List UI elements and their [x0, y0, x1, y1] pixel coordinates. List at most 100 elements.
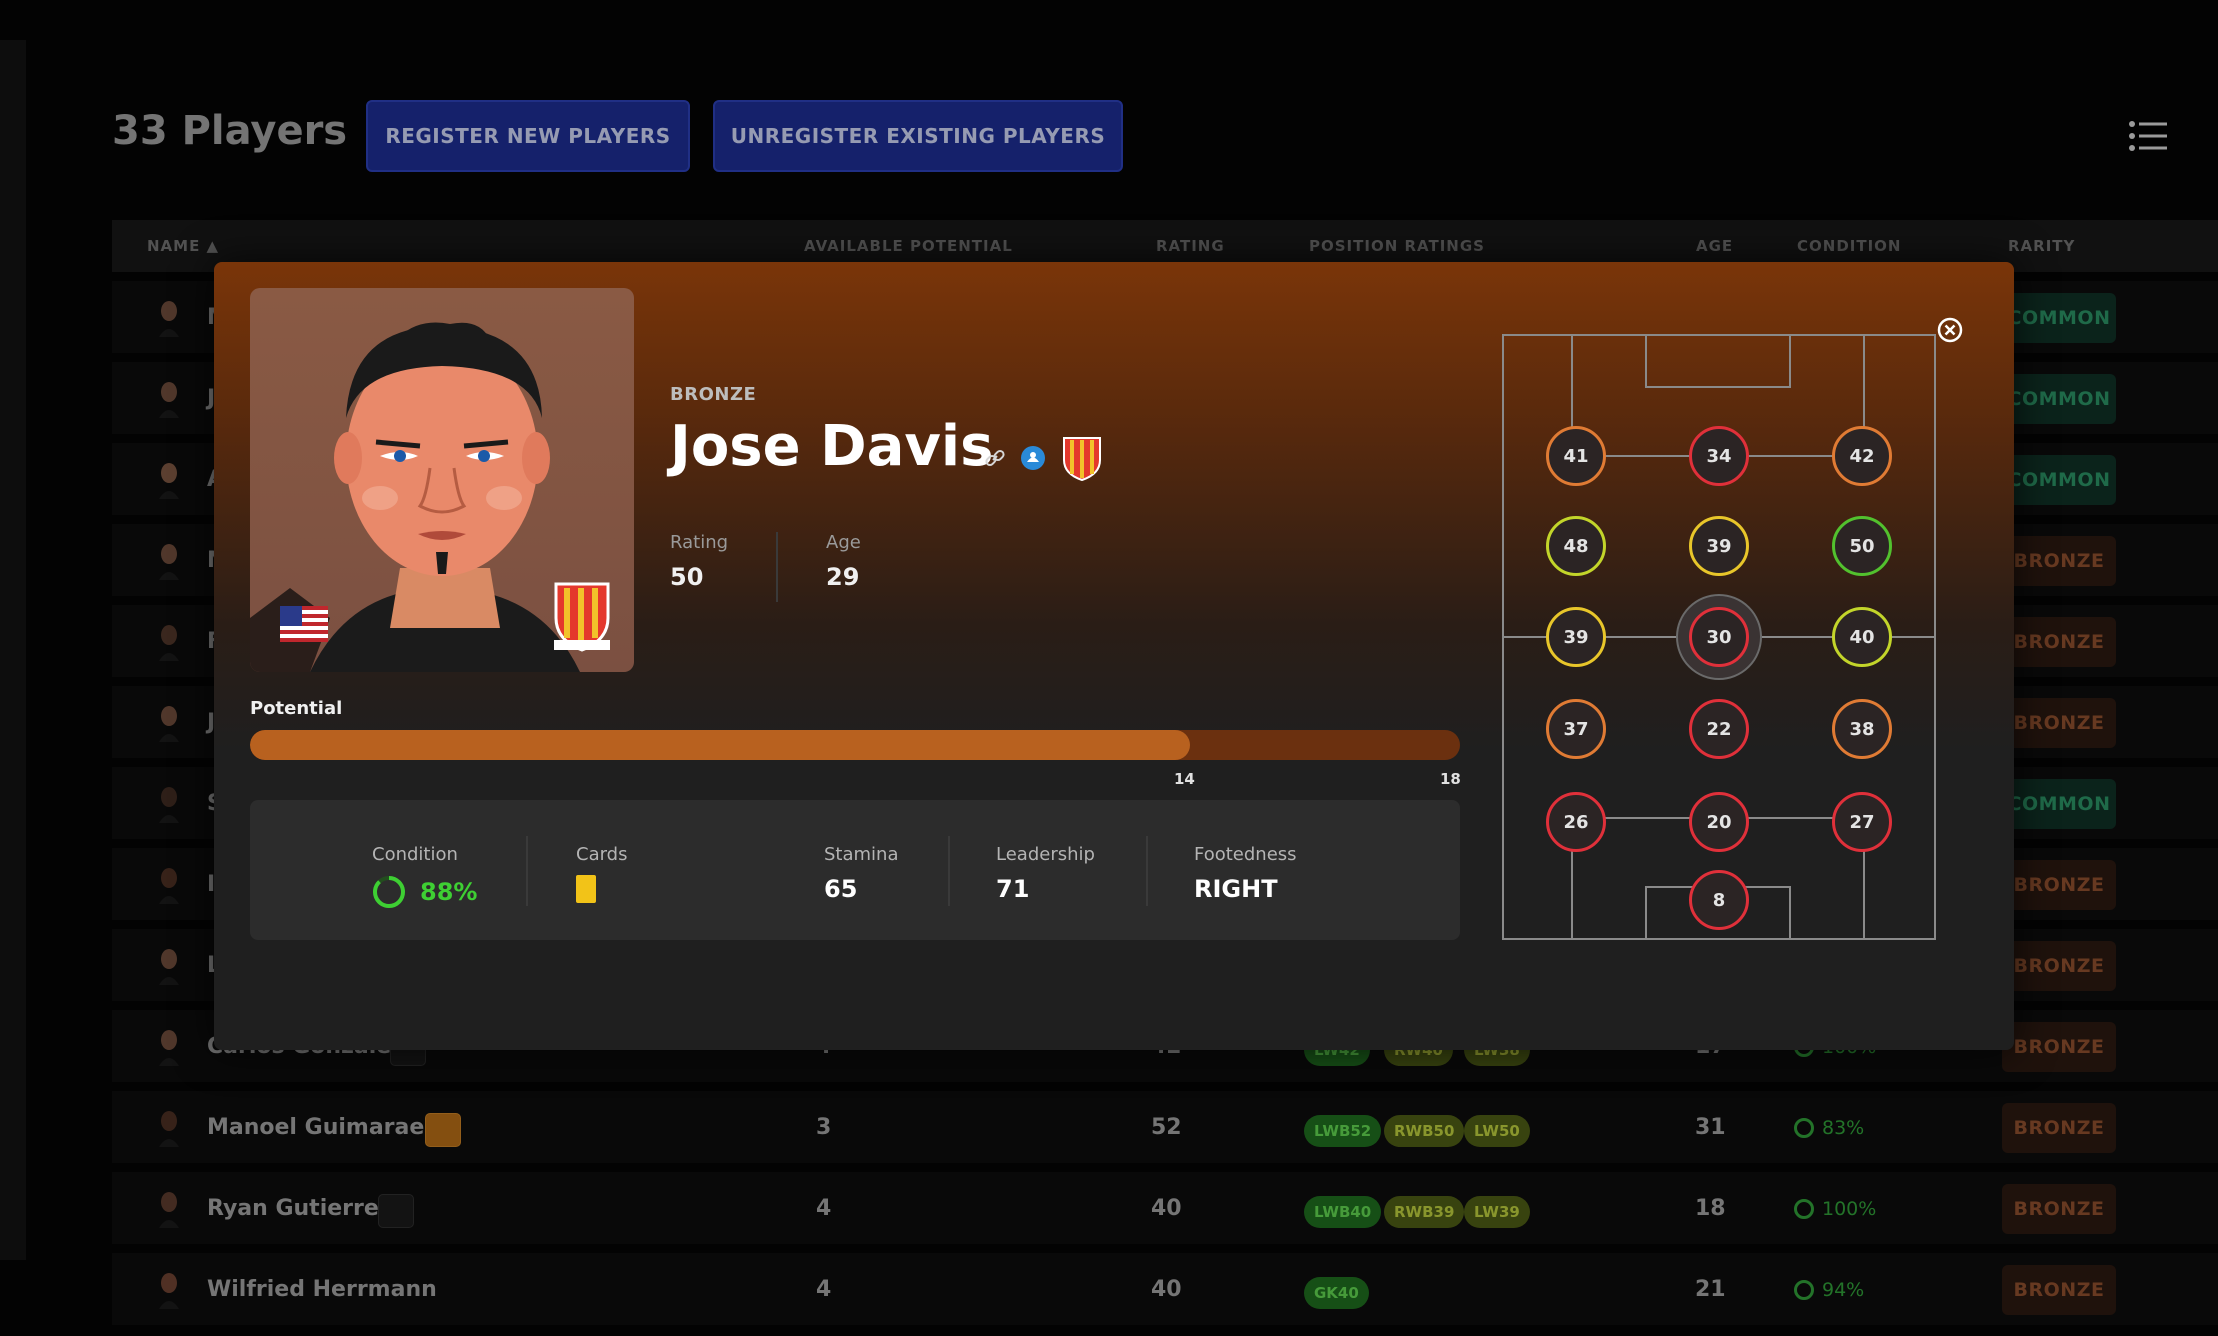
yellow-card-icon — [576, 875, 596, 903]
rating-value: 50 — [670, 563, 704, 591]
available-potential: 4 — [816, 1277, 832, 1302]
rarity-badge: COMMON — [2002, 374, 2116, 424]
column-position-ratings[interactable]: POSITION RATINGS — [1309, 237, 1485, 255]
potential-bar — [250, 730, 1460, 760]
age-stat: Age 29 — [826, 532, 861, 591]
divider — [1146, 836, 1148, 906]
rarity-badge: BRONZE — [2002, 1103, 2116, 1153]
rating-label: Rating — [670, 532, 729, 553]
condition-ring-icon — [1794, 1199, 1814, 1219]
rarity-badge: BRONZE — [2002, 941, 2116, 991]
club-crest-icon — [554, 582, 610, 652]
condition: 83% — [1794, 1117, 1864, 1139]
player-avatar — [159, 706, 179, 742]
condition-ring-icon — [373, 876, 405, 908]
position-chip: RWB50 — [1384, 1115, 1465, 1147]
stamina-value: 65 — [824, 875, 858, 903]
rarity-badge: BRONZE — [2002, 1265, 2116, 1315]
condition-ring-icon — [1794, 1118, 1814, 1138]
position-rating-node[interactable]: 42 — [1832, 426, 1892, 486]
squad-page: 33 Players REGISTER NEW PLAYERS UNREGIST… — [0, 0, 2218, 1336]
divider — [948, 836, 950, 906]
leadership-stat: Leadership 71 — [996, 844, 1095, 903]
age: 18 — [1695, 1196, 1726, 1221]
page-title: 33 Players — [112, 108, 348, 154]
player-avatar — [159, 301, 179, 337]
leadership-label: Leadership — [996, 844, 1095, 865]
condition-value: 100% — [1822, 1198, 1877, 1220]
rarity-badge: BRONZE — [2002, 1022, 2116, 1072]
player-name-title: Jose Davis — [670, 414, 994, 479]
position-rating-node[interactable]: 40 — [1832, 607, 1892, 667]
column-available-potential[interactable]: AVAILABLE POTENTIAL — [804, 237, 1013, 255]
player-name[interactable]: Wilfried Herrmann — [207, 1277, 437, 1302]
table-row[interactable]: Ryan Gutierrez 4 40 LWB40 RWB39 LW39 18 … — [112, 1172, 2218, 1244]
player-avatar — [159, 868, 179, 904]
left-rail — [0, 40, 26, 1260]
position-rating-node[interactable]: 39 — [1546, 607, 1606, 667]
divider — [776, 532, 778, 602]
condition-ring-icon — [1794, 1280, 1814, 1300]
position-rating-node[interactable]: 50 — [1832, 516, 1892, 576]
close-icon[interactable] — [1936, 316, 1964, 344]
divider — [526, 836, 528, 906]
leadership-value: 71 — [996, 875, 1030, 903]
rarity-badge: COMMON — [2002, 455, 2116, 505]
position-rating-node[interactable]: 20 — [1689, 792, 1749, 852]
available-potential: 3 — [816, 1115, 832, 1140]
position-rating-node[interactable]: 8 — [1689, 870, 1749, 930]
unregister-existing-players-button[interactable]: UNREGISTER EXISTING PLAYERS — [713, 100, 1123, 172]
position-rating-node[interactable]: 27 — [1832, 792, 1892, 852]
list-icon[interactable] — [2128, 120, 2168, 152]
player-avatar — [159, 625, 179, 661]
player-detail-modal: BRONZE Jose Davis Rating 50 Age 29 Poten… — [214, 262, 2014, 1050]
position-rating-node[interactable]: 38 — [1832, 699, 1892, 759]
rarity-badge: BRONZE — [2002, 536, 2116, 586]
column-condition[interactable]: CONDITION — [1797, 237, 1901, 255]
rating-stat: Rating 50 — [670, 532, 728, 591]
rating: 40 — [1151, 1277, 1182, 1302]
column-age[interactable]: AGE — [1696, 237, 1733, 255]
condition-stat: Condition 88% — [372, 844, 477, 909]
column-rarity[interactable]: RARITY — [2008, 237, 2075, 255]
position-chip: GK40 — [1304, 1277, 1369, 1309]
rating: 52 — [1151, 1115, 1182, 1140]
player-stats-panel: Condition 88% Cards Stamina 65 Leadershi… — [250, 800, 1460, 940]
position-rating-node[interactable]: 37 — [1546, 699, 1606, 759]
age-label: Age — [826, 532, 861, 553]
footedness-value: RIGHT — [1194, 875, 1278, 903]
rarity-badge: BRONZE — [2002, 1184, 2116, 1234]
table-row[interactable]: Wilfried Herrmann 4 40 GK40 21 94% BRONZ… — [112, 1253, 2218, 1325]
table-row[interactable]: Manoel Guimaraes 3 52 LWB52 RWB50 LW50 3… — [112, 1091, 2218, 1163]
club-logo-icon — [1063, 437, 1101, 482]
rarity-badge: COMMON — [2002, 779, 2116, 829]
player-name[interactable]: Ryan Gutierrez — [207, 1196, 392, 1221]
condition-value: 94% — [1822, 1279, 1865, 1301]
available-potential: 4 — [816, 1196, 832, 1221]
column-rating[interactable]: RATING — [1156, 237, 1225, 255]
position-rating-node[interactable]: 34 — [1689, 426, 1749, 486]
potential-bar-fill — [250, 730, 1191, 760]
player-avatar — [159, 1192, 179, 1228]
age: 31 — [1695, 1115, 1726, 1140]
position-rating-node[interactable]: 22 — [1689, 699, 1749, 759]
position-rating-node[interactable]: 30 — [1689, 607, 1749, 667]
shirt-badge-icon — [378, 1194, 414, 1228]
position-ratings-pitch: 41 34 42 48 39 50 39 30 40 37 22 38 26 2… — [1502, 334, 1936, 940]
player-avatar — [159, 949, 179, 985]
verified-badge-icon — [1021, 446, 1045, 470]
link-icon[interactable] — [984, 447, 1006, 469]
condition-label: Condition — [372, 844, 458, 865]
position-rating-node[interactable]: 41 — [1546, 426, 1606, 486]
condition-value: 83% — [1822, 1117, 1865, 1139]
player-name[interactable]: Manoel Guimaraes — [207, 1115, 437, 1140]
rarity-badge: BRONZE — [2002, 617, 2116, 667]
position-rating-node[interactable]: 26 — [1546, 792, 1606, 852]
column-name[interactable]: NAME ▲ — [147, 237, 219, 255]
register-new-players-button[interactable]: REGISTER NEW PLAYERS — [366, 100, 690, 172]
position-rating-node[interactable]: 48 — [1546, 516, 1606, 576]
player-avatar — [159, 1273, 179, 1309]
player-avatar — [159, 382, 179, 418]
player-avatar — [159, 787, 179, 823]
position-rating-node[interactable]: 39 — [1689, 516, 1749, 576]
